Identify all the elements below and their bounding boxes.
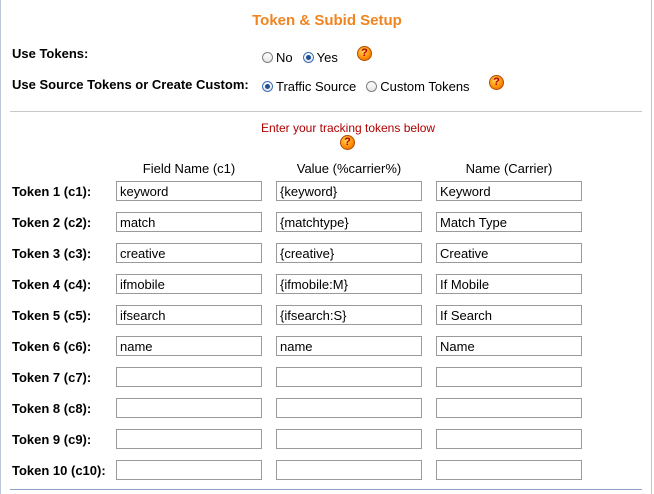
column-header-field-name: Field Name (c1) — [142, 161, 236, 176]
traffic-source-label[interactable]: Traffic Source — [276, 79, 356, 94]
token-value-input[interactable] — [276, 305, 422, 325]
token-field-name-input[interactable] — [116, 181, 262, 201]
token-field-name-input[interactable] — [116, 429, 262, 449]
token-carrier-name-input[interactable] — [436, 460, 582, 480]
token-value-input[interactable] — [276, 181, 422, 201]
token-field-name-input[interactable] — [116, 336, 262, 356]
token-carrier-name-input[interactable] — [436, 212, 582, 232]
token-row-label: Token 1 (c1): — [12, 184, 92, 199]
token-row-label: Token 2 (c2): — [12, 215, 92, 230]
column-header-value: Value (%carrier%) — [296, 161, 402, 176]
token-carrier-name-input[interactable] — [436, 274, 582, 294]
token-carrier-name-input[interactable] — [436, 398, 582, 418]
custom-tokens-label[interactable]: Custom Tokens — [380, 79, 469, 94]
use-tokens-no-label[interactable]: No — [276, 50, 293, 65]
token-value-input[interactable] — [276, 398, 422, 418]
token-row-label: Token 4 (c4): — [12, 277, 92, 292]
instruction-text: Enter your tracking tokens below — [260, 121, 436, 135]
frame-right-border — [651, 0, 652, 494]
token-carrier-name-input[interactable] — [436, 429, 582, 449]
token-source-label: Use Source Tokens or Create Custom: — [12, 77, 249, 92]
use-tokens-label: Use Tokens: — [12, 46, 89, 61]
token-field-name-input[interactable] — [116, 274, 262, 294]
section-divider — [10, 111, 642, 112]
use-tokens-yes-radio[interactable] — [302, 52, 314, 63]
token-value-input[interactable] — [276, 212, 422, 232]
token-field-name-input[interactable] — [116, 367, 262, 387]
token-value-input[interactable] — [276, 460, 422, 480]
bottom-divider — [10, 489, 642, 490]
token-value-input[interactable] — [276, 429, 422, 449]
token-source-radio-group: Traffic Source Custom Tokens — [262, 79, 480, 94]
custom-tokens-radio[interactable] — [366, 81, 378, 92]
token-value-input[interactable] — [276, 274, 422, 294]
token-row-label: Token 9 (c9): — [12, 432, 92, 447]
token-value-input[interactable] — [276, 243, 422, 263]
token-carrier-name-input[interactable] — [436, 243, 582, 263]
token-field-name-input[interactable] — [116, 460, 262, 480]
token-carrier-name-input[interactable] — [436, 367, 582, 387]
token-carrier-name-input[interactable] — [436, 181, 582, 201]
token-row-label: Token 8 (c8): — [12, 401, 92, 416]
token-field-name-input[interactable] — [116, 398, 262, 418]
tokens-help-icon[interactable]: ? — [340, 135, 355, 150]
traffic-source-radio[interactable] — [262, 81, 273, 92]
token-row-label: Token 6 (c6): — [12, 339, 92, 354]
token-field-name-input[interactable] — [116, 212, 262, 232]
column-header-name: Name (Carrier) — [465, 161, 553, 176]
page-title: Token & Subid Setup — [252, 12, 402, 29]
use-tokens-yes-label[interactable]: Yes — [317, 50, 338, 65]
frame-left-border — [0, 0, 1, 494]
token-source-help-icon[interactable]: ? — [489, 75, 504, 90]
use-tokens-help-icon[interactable]: ? — [357, 46, 372, 61]
token-row-label: Token 10 (c10): — [12, 463, 106, 478]
token-row-label: Token 5 (c5): — [12, 308, 92, 323]
token-carrier-name-input[interactable] — [436, 336, 582, 356]
token-value-input[interactable] — [276, 336, 422, 356]
token-row-label: Token 3 (c3): — [12, 246, 92, 261]
token-field-name-input[interactable] — [116, 305, 262, 325]
use-tokens-radio-group: No Yes — [262, 50, 348, 65]
token-value-input[interactable] — [276, 367, 422, 387]
use-tokens-no-radio[interactable] — [262, 52, 273, 63]
token-row-label: Token 7 (c7): — [12, 370, 92, 385]
token-carrier-name-input[interactable] — [436, 305, 582, 325]
token-field-name-input[interactable] — [116, 243, 262, 263]
